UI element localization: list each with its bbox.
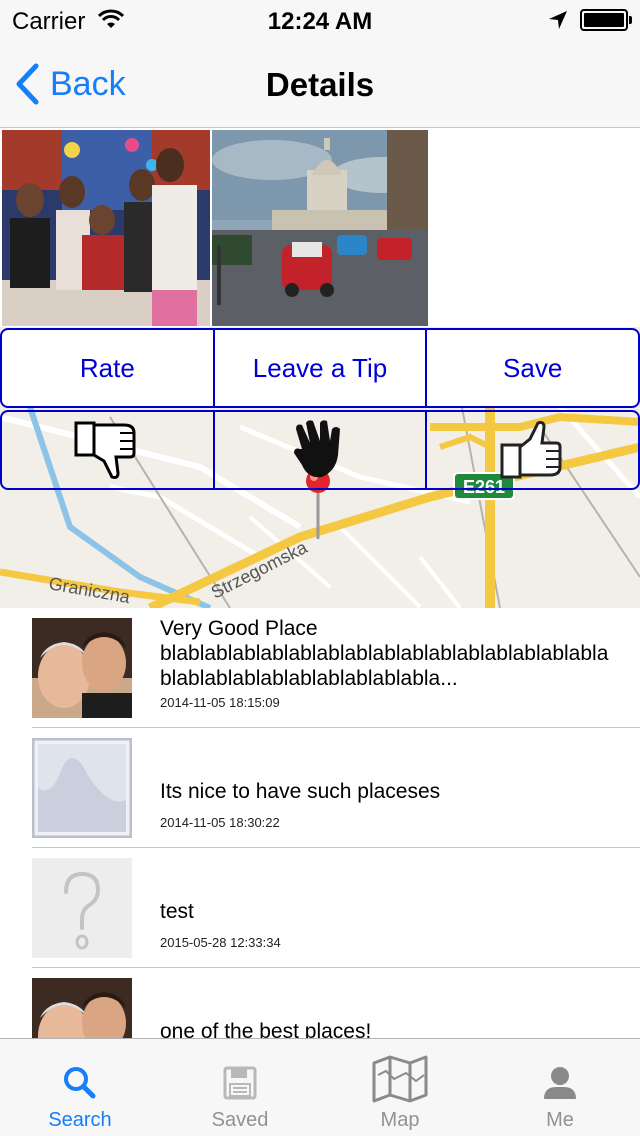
tab-me[interactable]: Me	[480, 1039, 640, 1136]
review-title: Very Good Place	[160, 617, 318, 640]
floppy-disk-icon	[223, 1066, 257, 1100]
list-item[interactable]: one of the best places!	[0, 968, 640, 1038]
reviewer-avatar	[32, 978, 132, 1038]
review-title: test	[160, 900, 194, 923]
page-title: Details	[265, 66, 375, 103]
reviewer-avatar	[32, 618, 132, 718]
image-placeholder-icon	[32, 738, 132, 838]
reaction-button-row	[0, 410, 640, 490]
clock: 12:24 AM	[267, 8, 373, 35]
photo-gallery	[0, 129, 640, 327]
thumbs-up-icon	[500, 421, 562, 479]
havana-street-photo[interactable]	[212, 130, 428, 326]
list-item[interactable]: test 2015-05-28 12:33:34	[0, 848, 640, 968]
tab-bar: Search Saved Map Me	[0, 1038, 640, 1136]
list-item[interactable]: Its nice to have such placeses 2014-11-0…	[0, 728, 640, 848]
rate-button[interactable]: Rate	[0, 328, 215, 408]
navigation-bar: Back Details	[0, 40, 640, 128]
tab-map[interactable]: Map	[320, 1039, 480, 1136]
tab-saved[interactable]: Saved	[160, 1039, 320, 1136]
waving-hand-icon	[294, 420, 340, 478]
leave-tip-button[interactable]: Leave a Tip	[212, 328, 428, 408]
battery-icon	[580, 9, 632, 31]
search-icon	[64, 1067, 96, 1099]
reviews-list: Very Good Place blablablablablablablabla…	[0, 608, 640, 1038]
review-date: 2014-11-05 18:15:09	[160, 695, 280, 710]
tab-search[interactable]: Search	[0, 1039, 160, 1136]
list-item[interactable]: Very Good Place blablablablablablablabla…	[0, 608, 640, 728]
tab-label: Saved	[211, 1109, 269, 1131]
party-photo[interactable]	[2, 130, 210, 326]
review-date: 2014-11-05 18:30:22	[160, 815, 280, 830]
save-button[interactable]: Save	[425, 328, 640, 408]
tab-label: Search	[48, 1109, 112, 1131]
location-arrow-icon	[549, 11, 567, 29]
person-icon	[544, 1067, 576, 1099]
review-comment: blablablablablablablablablablablablablab…	[160, 642, 609, 690]
review-title: one of the best places!	[160, 1020, 372, 1038]
tab-label: Map	[380, 1109, 420, 1131]
question-mark-icon	[32, 858, 132, 958]
tab-label: Me	[546, 1109, 574, 1131]
review-title: Its nice to have such placeses	[160, 780, 441, 803]
thumbs-down-button[interactable]	[0, 410, 215, 490]
thumbs-up-button[interactable]	[425, 410, 640, 490]
status-bar: Carrier 12:24 AM	[0, 0, 640, 40]
map-icon	[372, 1055, 428, 1103]
thumbs-down-icon	[74, 421, 136, 479]
review-date: 2015-05-28 12:33:34	[160, 935, 281, 950]
wave-button[interactable]	[212, 410, 428, 490]
action-button-row: Rate Leave a Tip Save	[0, 328, 640, 408]
